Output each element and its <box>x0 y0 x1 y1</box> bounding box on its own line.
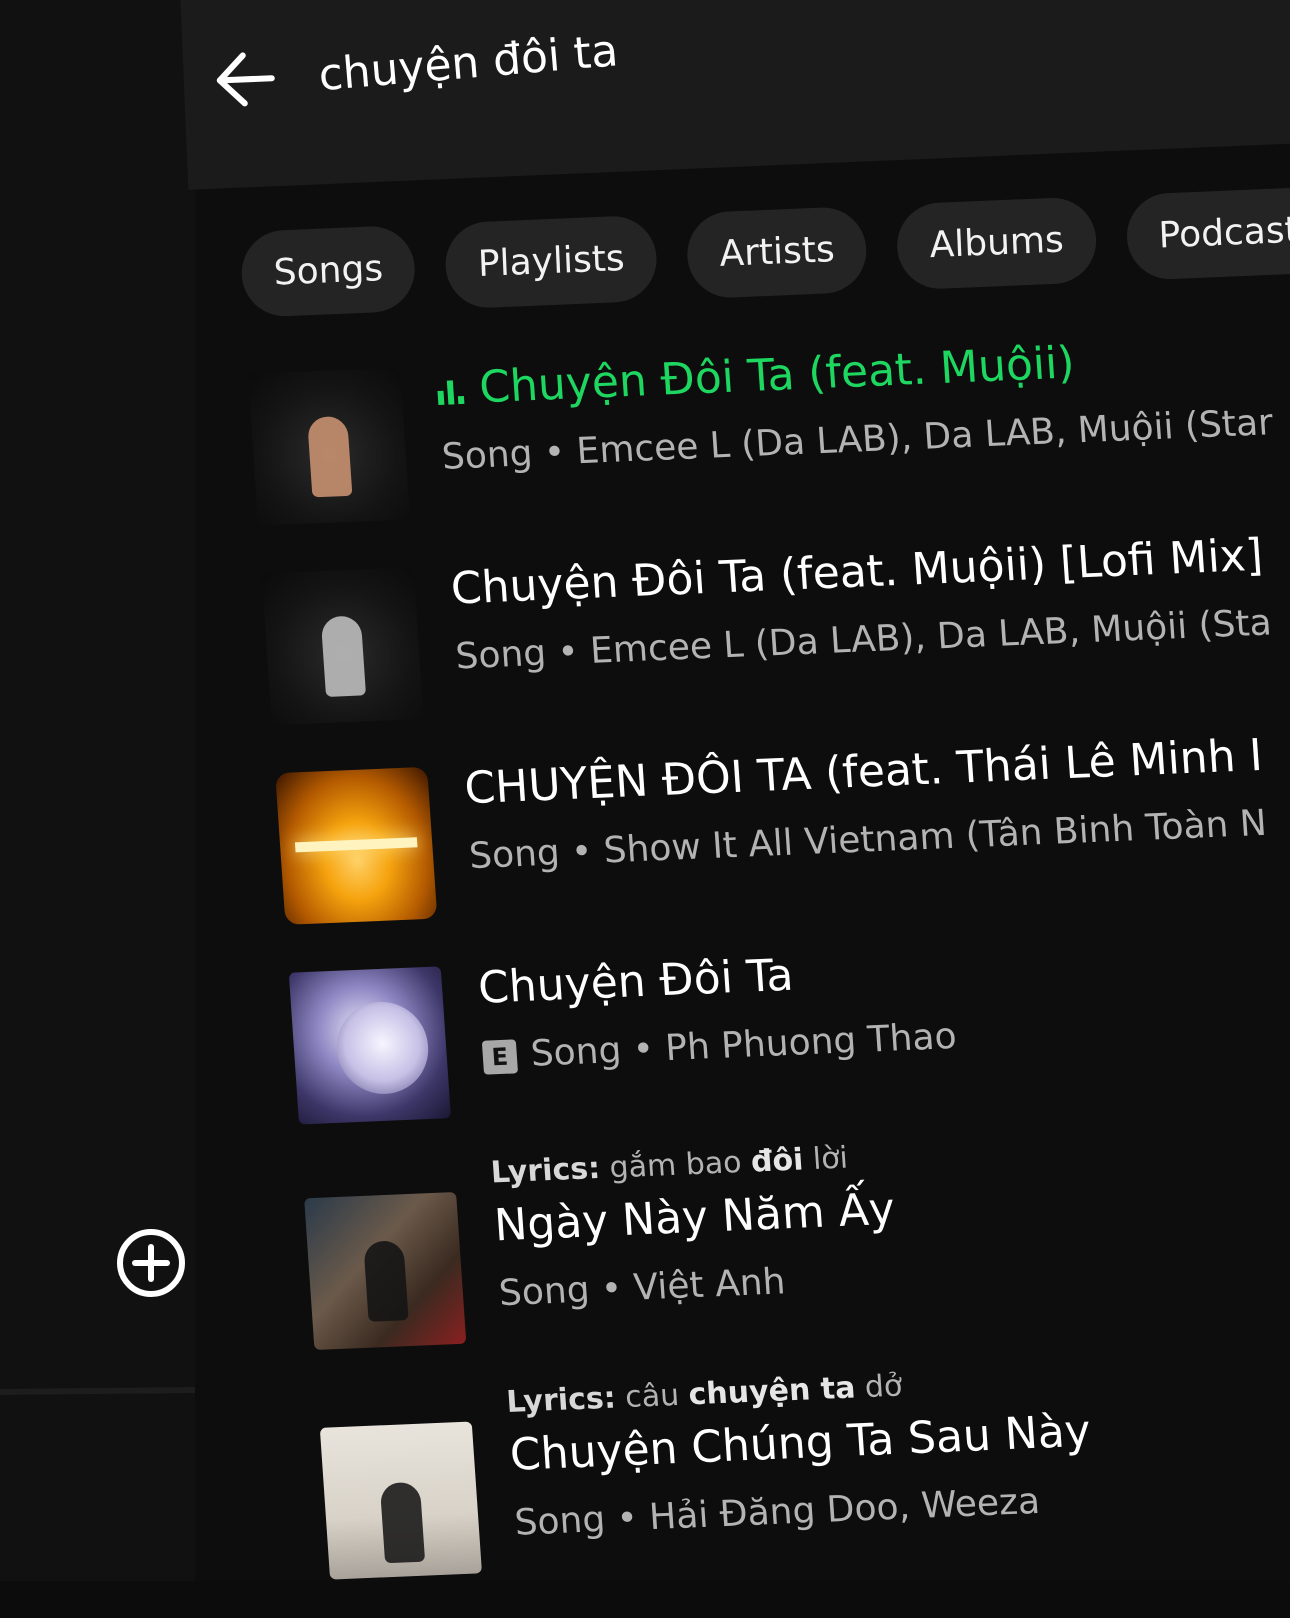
results-list: Chuyện Đôi Ta (feat. Muộii) Song • Emcee… <box>247 312 1290 1618</box>
album-art <box>319 1421 483 1580</box>
equalizer-icon <box>437 378 467 406</box>
arrow-left-icon[interactable] <box>212 46 279 113</box>
album-art <box>275 766 438 925</box>
album-art <box>304 1191 467 1351</box>
tab-artists[interactable]: Artists <box>685 205 869 300</box>
search-input[interactable] <box>315 0 1020 111</box>
search-header <box>180 0 1290 190</box>
track-meta: Song • Ph Phuong Thao <box>529 1015 958 1075</box>
track-meta: Song • Việt Anh <box>497 1261 787 1315</box>
search-results-screen: Songs Playlists Artists Albums Podcast C… <box>180 0 1290 1581</box>
plus-circle-icon[interactable] <box>114 1226 188 1300</box>
result-row[interactable]: Lyrics: gắm bao đôi lời Ngày Này Năm Ấy … <box>301 1110 1290 1388</box>
side-panel <box>0 0 215 1581</box>
tab-songs[interactable]: Songs <box>240 224 417 318</box>
track-title: Chuyện Đôi Ta <box>476 949 795 1014</box>
tab-podcasts[interactable]: Podcast <box>1124 186 1290 281</box>
track-title: Chuyện Đôi Ta (feat. Muộii) <box>477 337 1077 414</box>
tab-playlists[interactable]: Playlists <box>444 214 659 310</box>
filter-chips: Songs Playlists Artists Albums Podcast <box>240 185 1290 318</box>
result-row[interactable]: Lyrics: câu chuyện ta dở Chuyện Chúng Ta… <box>317 1340 1290 1618</box>
album-art <box>247 367 411 526</box>
album-art <box>288 966 451 1125</box>
explicit-badge: E <box>481 1039 519 1075</box>
tab-albums[interactable]: Albums <box>895 196 1098 291</box>
album-art <box>261 567 424 726</box>
